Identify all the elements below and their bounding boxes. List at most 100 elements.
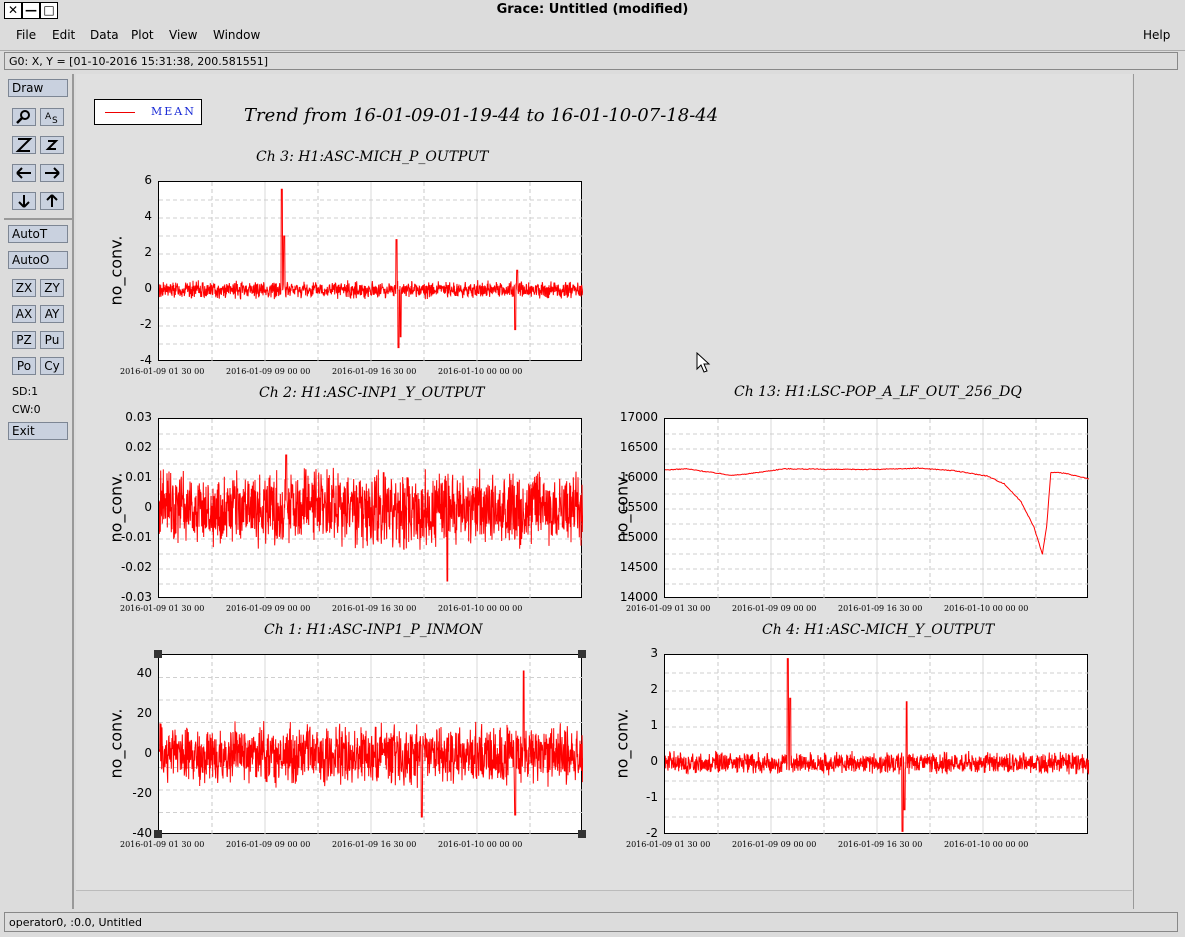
x-tick-label: 2016-01-09 09 00 00	[226, 367, 311, 376]
zoom-in-icon	[15, 138, 33, 152]
selection-handle[interactable]	[578, 650, 586, 658]
draw-button[interactable]: Draw	[8, 79, 68, 97]
menu-window[interactable]: Window	[213, 28, 260, 42]
scroll-up-button[interactable]	[40, 192, 64, 210]
scroll-down-button[interactable]	[12, 192, 36, 210]
y-tick-label: 6	[144, 173, 152, 187]
arrow-down-icon	[18, 195, 30, 208]
plot-svg	[159, 655, 583, 835]
y-tick-label: 16000	[619, 470, 658, 484]
y-tick-label: 40	[136, 666, 152, 680]
window-title: Grace: Untitled (modified)	[496, 2, 689, 17]
horizontal-scrollbar[interactable]	[76, 890, 1132, 910]
x-tick-label: 2016-01-09 09 00 00	[226, 604, 311, 613]
pz-button[interactable]: PZ	[12, 331, 36, 349]
svg-text:S: S	[52, 116, 58, 125]
menu-file[interactable]: File	[16, 28, 36, 42]
x-tick-label: 2016-01-09 01 30 00	[626, 840, 711, 849]
y-tick-label: 15500	[619, 500, 658, 514]
exit-button[interactable]: Exit	[8, 422, 68, 440]
ay-button[interactable]: AY	[40, 305, 64, 323]
y-axis-label: no_conv.	[612, 708, 632, 779]
graph-title: Ch 13: H1:LSC-POP_A_LF_OUT_256_DQ	[734, 384, 1022, 400]
selection-handle[interactable]	[154, 830, 162, 838]
graph-title: Ch 2: H1:ASC-INP1_Y_OUTPUT	[259, 385, 485, 401]
y-tick-label: -0.03	[120, 590, 152, 604]
y-tick-label: 1	[650, 718, 658, 732]
pu-button[interactable]: Pu	[40, 331, 64, 349]
x-tick-label: 2016-01-10 00 00 00	[944, 840, 1029, 849]
y-tick-label: 0.01	[125, 470, 152, 484]
arrow-up-icon	[46, 194, 58, 207]
y-tick-label: 14500	[619, 560, 658, 574]
y-axis-label: no_conv.	[106, 235, 126, 306]
menu-view[interactable]: View	[169, 28, 197, 42]
selection-handle[interactable]	[578, 830, 586, 838]
zoom-out-button[interactable]	[40, 136, 64, 154]
svg-text:A: A	[45, 112, 52, 122]
zy-button[interactable]: ZY	[40, 279, 64, 297]
cw-label: CW:0	[12, 403, 41, 416]
vertical-scrollbar[interactable]	[1133, 74, 1180, 909]
plot-area[interactable]	[158, 181, 583, 362]
plot-svg	[159, 419, 583, 599]
zx-button[interactable]: ZX	[12, 279, 36, 297]
x-tick-label: 2016-01-09 16 30 00	[838, 604, 923, 613]
x-tick-label: 2016-01-09 09 00 00	[732, 840, 817, 849]
x-tick-label: 2016-01-09 16 30 00	[332, 840, 417, 849]
x-tick-label: 2016-01-09 16 30 00	[332, 604, 417, 613]
selection-handle[interactable]	[154, 650, 162, 658]
y-tick-label: 3	[650, 646, 658, 660]
zoom-button[interactable]	[12, 108, 36, 126]
plot-area[interactable]	[158, 418, 583, 599]
locator-bar: G0: X, Y = [01-10-2016 15:31:38, 200.581…	[4, 52, 1178, 70]
menu-edit[interactable]: Edit	[52, 28, 75, 42]
autoo-button[interactable]: AutoO	[8, 251, 68, 269]
ax-button[interactable]: AX	[12, 305, 36, 323]
plot-area[interactable]	[664, 654, 1089, 835]
y-tick-label: -2	[140, 317, 152, 331]
magnifier-icon	[16, 110, 30, 124]
x-tick-label: 2016-01-09 01 30 00	[626, 604, 711, 613]
x-tick-label: 2016-01-09 01 30 00	[120, 604, 205, 613]
y-tick-label: -40	[132, 826, 152, 840]
status-bar: operator0, :0.0, Untitled	[4, 912, 1178, 932]
plot-area[interactable]	[664, 418, 1089, 599]
legend-line	[105, 112, 135, 113]
arrow-left-icon	[16, 167, 31, 179]
y-tick-label: 0.03	[125, 410, 152, 424]
main-title: Trend from 16-01-09-01-19-44 to 16-01-10…	[244, 105, 719, 126]
legend[interactable]: MEAN	[94, 99, 202, 125]
scroll-right-button[interactable]	[40, 164, 64, 182]
autot-button[interactable]: AutoT	[8, 225, 68, 243]
x-tick-label: 2016-01-09 16 30 00	[838, 840, 923, 849]
zoom-in-button[interactable]	[12, 136, 36, 154]
menu-data[interactable]: Data	[90, 28, 119, 42]
zoom-out-icon	[45, 140, 59, 150]
scroll-left-button[interactable]	[12, 164, 36, 182]
menu-plot[interactable]: Plot	[131, 28, 154, 42]
cy-button[interactable]: Cy	[40, 357, 64, 375]
legend-label: MEAN	[151, 105, 196, 118]
x-tick-label: 2016-01-10 00 00 00	[438, 604, 523, 613]
po-button[interactable]: Po	[12, 357, 36, 375]
autoscale-icon: AS	[45, 112, 58, 126]
y-tick-label: -0.01	[120, 530, 152, 544]
y-tick-label: 15000	[619, 530, 658, 544]
y-tick-label: -4	[140, 353, 152, 367]
y-tick-label: 0	[144, 281, 152, 295]
graph-title: Ch 1: H1:ASC-INP1_P_INMON	[264, 622, 483, 638]
plot-svg	[665, 655, 1089, 835]
y-tick-label: 0	[144, 746, 152, 760]
y-tick-label: 17000	[619, 410, 658, 424]
y-tick-label: -20	[132, 786, 152, 800]
x-tick-label: 2016-01-09 09 00 00	[732, 604, 817, 613]
y-tick-label: 20	[136, 706, 152, 720]
x-tick-label: 2016-01-09 09 00 00	[226, 840, 311, 849]
x-tick-label: 2016-01-10 00 00 00	[944, 604, 1029, 613]
y-tick-label: 0	[144, 500, 152, 514]
menu-help[interactable]: Help	[1143, 28, 1170, 42]
x-tick-label: 2016-01-10 00 00 00	[438, 840, 523, 849]
autoscale-button[interactable]: AS	[40, 108, 64, 126]
plot-area[interactable]	[158, 654, 583, 835]
